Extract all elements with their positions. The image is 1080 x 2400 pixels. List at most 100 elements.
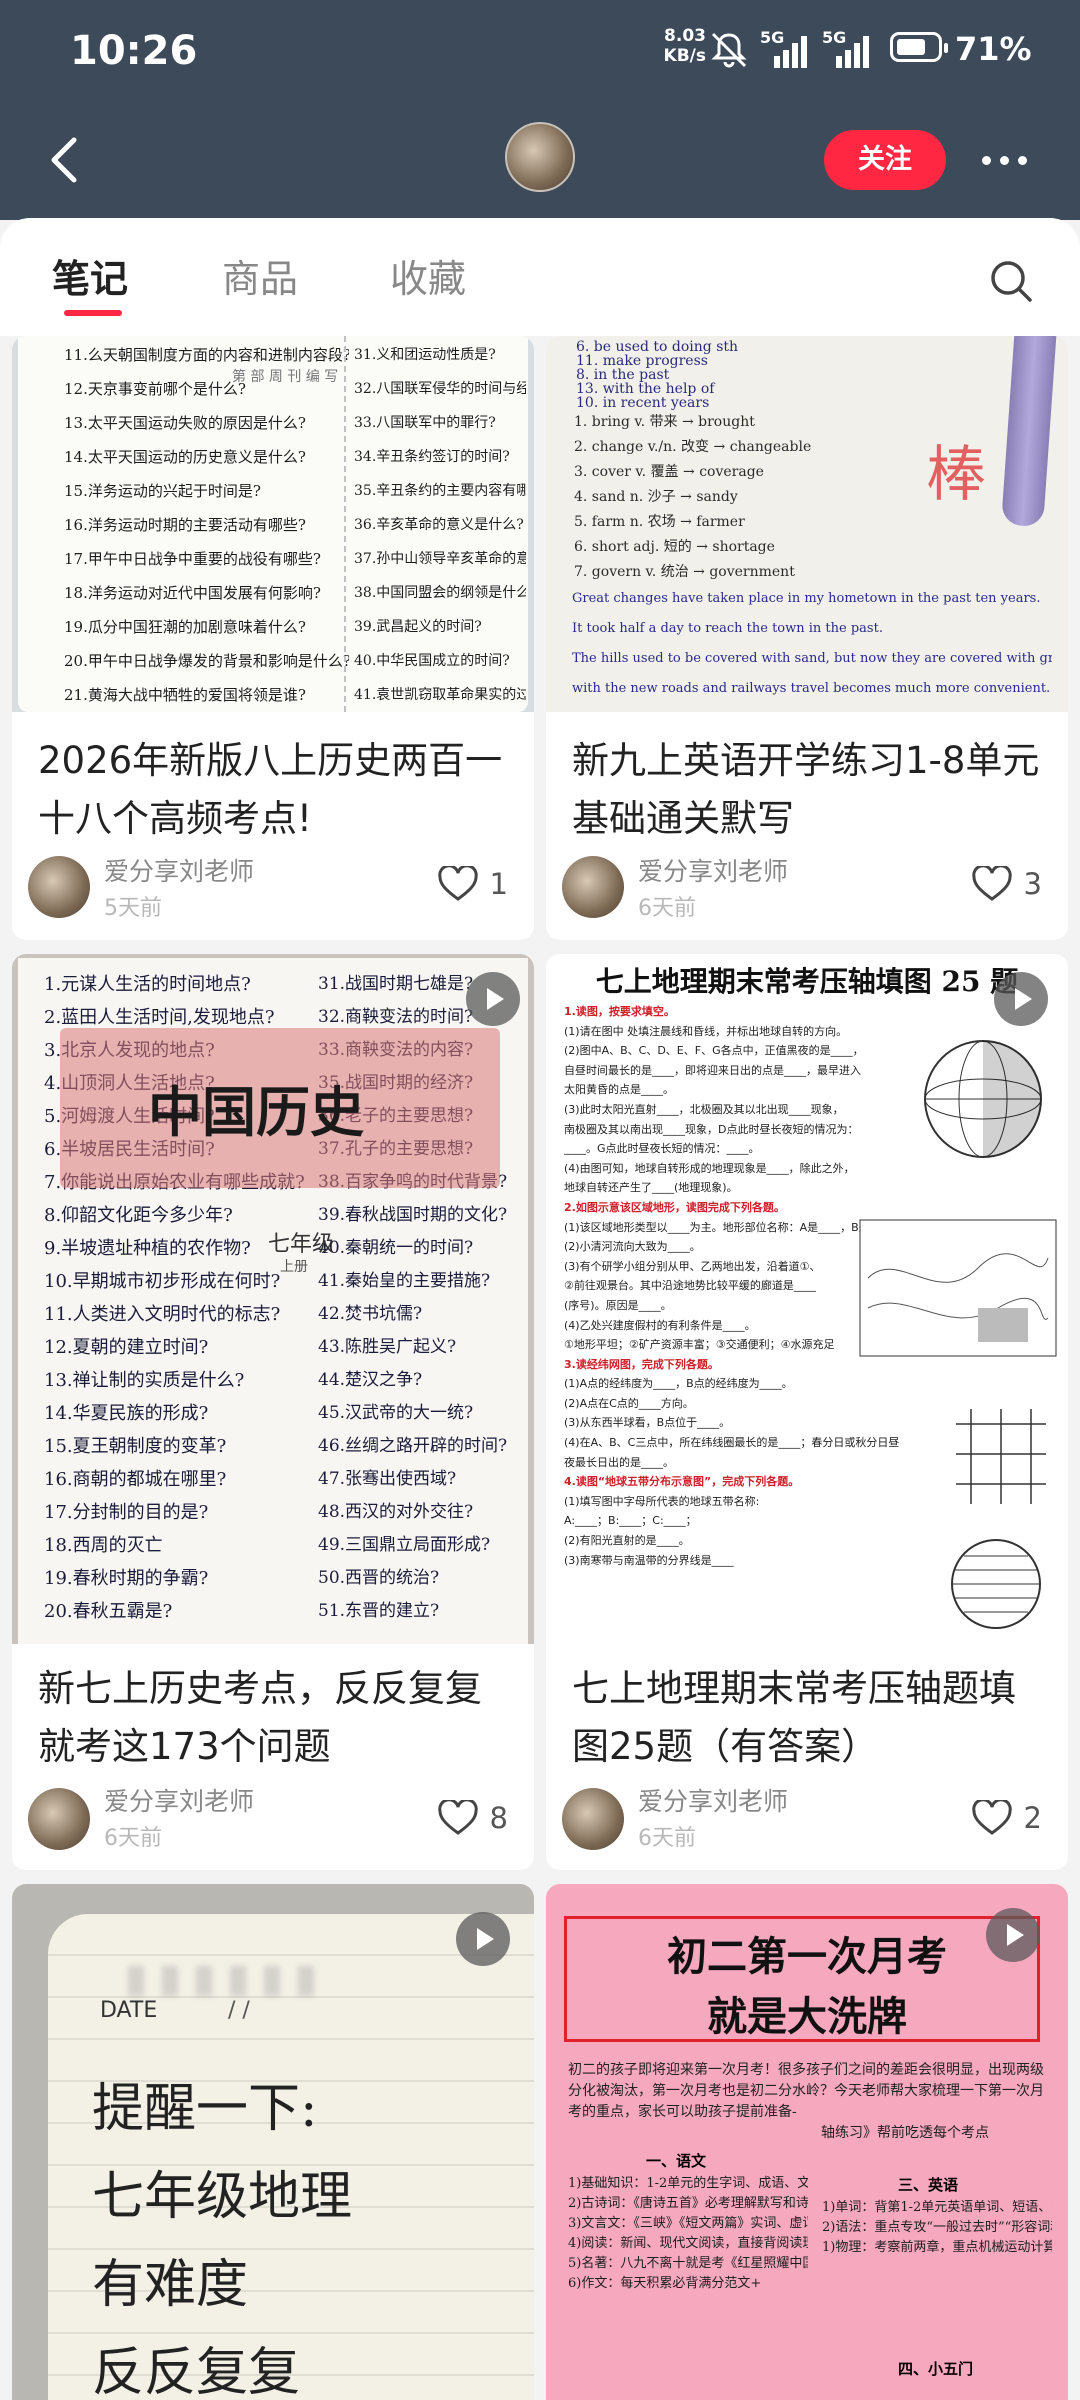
text-line: (2)A点在C点的____方向。 bbox=[564, 1396, 694, 1410]
heart-icon bbox=[437, 866, 478, 901]
intro-right: 轴练习》帮前吃透每个考点 bbox=[821, 2122, 989, 2142]
note-thumbnail: DATE / / 提醒一下: 七年级地理 有难度 反反复复 bbox=[12, 1884, 534, 2400]
note-thumbnail: 第 部 周 刊 编 写 11.么天朝国制度方面的内容和进制内容段? 12.天京事变… bbox=[12, 336, 534, 712]
text-line: 17.分封制的目的是? bbox=[44, 1502, 209, 1523]
note-card[interactable]: 初二第一次月考 就是大洗牌 初二的孩子即将迎来第一次月考！很多孩子们之间的差距会… bbox=[546, 1884, 1068, 2400]
battery-level bbox=[897, 39, 926, 55]
text-line: 37.孙中山领导辛亥革命的意义? bbox=[354, 551, 526, 567]
author-avatar bbox=[562, 856, 624, 918]
text-line: 18.洋务运动对近代中国发展有何影响? bbox=[64, 584, 321, 602]
author-avatar bbox=[28, 856, 90, 918]
note-title: 2026年新版八上历史两百一十八个高频考点! bbox=[38, 739, 503, 840]
text-line: 5. farm n. 农场 → farmer bbox=[574, 514, 745, 530]
text-line: 19.瓜分中国狂潮的加剧意味着什么? bbox=[64, 618, 306, 636]
like-count: 3 bbox=[1023, 867, 1042, 901]
worksheet-heading: 七上地理期末常考压轴填图 25 题 bbox=[595, 965, 1019, 998]
like-button[interactable]: 1 bbox=[437, 866, 508, 902]
post-date: 6天前 bbox=[638, 1826, 696, 1851]
search-icon[interactable] bbox=[988, 258, 1034, 304]
content-tabs: 笔记 商品 收藏 bbox=[0, 218, 1080, 336]
notebook-page: 第 部 周 刊 编 写 11.么天朝国制度方面的内容和进制内容段? 12.天京事变… bbox=[18, 336, 528, 712]
text-line: 40.秦朝统一的时间? bbox=[318, 1238, 474, 1258]
status-icons: 5G 5G bbox=[708, 28, 874, 72]
text-line: 18.西周的灭亡 bbox=[44, 1535, 163, 1556]
note-title: 七上地理期末常考压轴题填图25题（有答案） bbox=[572, 1667, 1016, 1768]
text-line: 44.楚汉之争? bbox=[318, 1370, 423, 1390]
active-tab-indicator bbox=[64, 310, 122, 316]
status-bar: 10:26 8.03 KB/s 5G 5G 71% bbox=[0, 0, 1080, 100]
note-card[interactable]: DATE / / 提醒一下: 七年级地理 有难度 反反复复 bbox=[12, 1884, 534, 2400]
headline-line-2: 就是大洗牌 bbox=[707, 1993, 907, 2040]
date-label: DATE bbox=[100, 1998, 158, 2023]
signal-icon-1: 5G bbox=[760, 28, 812, 70]
text-line: Great changes have taken place in my hom… bbox=[572, 591, 1041, 606]
text-line: 5)名著：八九不离十就是考《红星照耀中国》，考点梳理+常考45道简答题一定要刷，… bbox=[568, 2256, 808, 2271]
section-chinese: 一、语文 bbox=[646, 2152, 707, 2170]
more-options-icon[interactable] bbox=[982, 156, 1027, 165]
like-count: 1 bbox=[489, 867, 508, 901]
text-line: 8. in the past bbox=[576, 368, 670, 382]
text-line: 11.么天朝国制度方面的内容和进制内容段? bbox=[64, 346, 349, 364]
text-line: 39.武昌起义的时间? bbox=[354, 619, 482, 635]
note-card[interactable]: 第 部 周 刊 编 写 11.么天朝国制度方面的内容和进制内容段? 12.天京事变… bbox=[12, 336, 534, 940]
text-line: 自昼时间最长的是____，即将迎来日出的点是____，最早进入 bbox=[564, 1063, 861, 1077]
follow-button[interactable]: 关注 bbox=[824, 130, 946, 190]
worksheet-sentences: Great changes have taken place in my hom… bbox=[572, 584, 1052, 704]
like-button[interactable]: 3 bbox=[971, 866, 1042, 902]
heart-icon bbox=[971, 1800, 1012, 1835]
note-line-2: 七年级地理 bbox=[92, 2167, 353, 2227]
text-line: 38.中国同盟会的纲领是什么? bbox=[354, 585, 526, 601]
like-button[interactable]: 2 bbox=[971, 1800, 1042, 1836]
intro-text: 初二的孩子即将迎来第一次月考！很多孩子们之间的差距会很明显，出现两级分化被淘汰，… bbox=[568, 2062, 1044, 2120]
text-line: 41.秦始皇的主要措施? bbox=[318, 1271, 491, 1291]
text-line: 20.春秋五霸是? bbox=[44, 1601, 173, 1622]
text-line: (4)由图可知，地球自转形成的地理现象是____，除此之外， bbox=[564, 1161, 855, 1175]
text-line: 13.禅让制的实质是什么? bbox=[44, 1370, 245, 1391]
text-line: 夜最长日出的是____。 bbox=[564, 1455, 674, 1469]
text-line: The hills used to be covered with sand, … bbox=[572, 651, 1052, 666]
text-line: 6)作文：每天积累必背满分范文+ bbox=[568, 2276, 762, 2291]
text-line: 11. make progress bbox=[576, 354, 708, 368]
profile-avatar[interactable] bbox=[505, 122, 575, 192]
post-date: 5天前 bbox=[104, 896, 162, 921]
text-line: 39.春秋战国时期的文化? bbox=[318, 1205, 508, 1225]
text-line: 31.义和团运动性质是? bbox=[354, 347, 496, 363]
earth-zones-diagram bbox=[951, 1539, 1041, 1629]
text-line: 13.太平天国运动失败的原因是什么? bbox=[64, 414, 306, 432]
pen-decoration bbox=[1001, 336, 1057, 528]
note-thumbnail: 1.元谋人生活的时间地点?2.蓝田人生活时间,发现地点?3.北京人发现的地点?4… bbox=[12, 954, 534, 1644]
text-line: 3)文言文：《三峡》《短文两篇》实词、虚词+过关练习巩固； bbox=[568, 2216, 808, 2231]
tab-favorites[interactable]: 收藏 bbox=[390, 248, 466, 303]
author-name: 爱分享刘老师 bbox=[104, 1787, 255, 1816]
text-line: A:____；B:____；C:____； bbox=[564, 1514, 697, 1528]
date-slots: / / bbox=[228, 1998, 250, 2023]
text-line: 15.洋务运动的兴起于时间是? bbox=[64, 482, 261, 500]
text-line: 51.东晋的建立? bbox=[318, 1601, 440, 1621]
text-line: 34.辛丑条约签订的时间? bbox=[354, 449, 510, 465]
text-line: 10. in recent years bbox=[576, 396, 710, 410]
note-line-1: 提醒一下: bbox=[92, 2079, 318, 2139]
mute-bell-icon bbox=[711, 32, 747, 68]
note-card[interactable]: 七上地理期末常考压轴填图 25 题 1.读图，按要求填空。 (1)请在图中 处填注… bbox=[546, 954, 1068, 1870]
back-arrow-icon[interactable] bbox=[40, 128, 90, 192]
note-card[interactable]: 1.元谋人生活的时间地点?2.蓝田人生活时间,发现地点?3.北京人发现的地点?4… bbox=[12, 954, 534, 1870]
text-line: 48.西汉的对外交往? bbox=[318, 1502, 474, 1522]
text-line: 16.洋务运动时期的主要活动有哪些? bbox=[64, 516, 306, 534]
tab-notes[interactable]: 笔记 bbox=[52, 248, 128, 303]
text-line: 6. short adj. 短的 → shortage bbox=[574, 539, 775, 555]
video-play-icon bbox=[466, 972, 520, 1026]
net-speed-unit: KB/s bbox=[663, 46, 706, 66]
text-line: 2)古诗词：《唐诗五首》必考理解默写和诗句理解赏析； bbox=[568, 2196, 808, 2211]
text-line: 9.半坡遗址种植的农作物? bbox=[44, 1238, 251, 1259]
text-line: 1.读图，按要求填空。 bbox=[564, 1005, 675, 1018]
grade-mark: 棒 bbox=[926, 440, 986, 510]
text-line: (3)从东西半球看，B点位于____。 bbox=[564, 1416, 731, 1430]
video-play-icon bbox=[456, 1912, 510, 1966]
text-line: 8.仰韶文化距今多少年? bbox=[44, 1205, 233, 1226]
like-button[interactable]: 8 bbox=[437, 1800, 508, 1836]
text-line: (1)请在图中 处填注晨线和昏线，并标出地球自转的方向。 bbox=[564, 1024, 848, 1038]
tab-products[interactable]: 商品 bbox=[222, 248, 298, 303]
note-card[interactable]: 6. be used to doing sth 11. make progress… bbox=[546, 336, 1068, 940]
text-line: 2)语法：重点专攻“一般过去时”“形容词和副词比较级”用《语法单元过关练》练习巩… bbox=[822, 2220, 1052, 2235]
note-title: 新九上英语开学练习1-8单元基础通关默写 bbox=[572, 739, 1040, 840]
